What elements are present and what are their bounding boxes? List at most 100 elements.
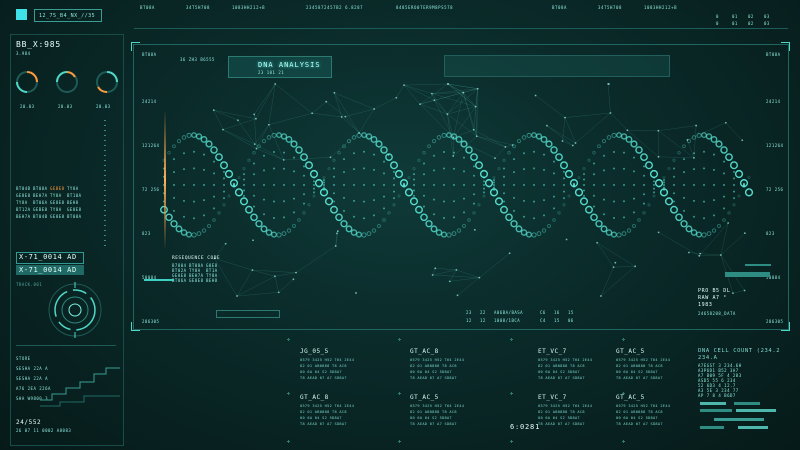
- radar-dial: [48, 282, 102, 338]
- left-panel-title: BB_X:985: [16, 40, 61, 49]
- sequence-title: RESEQUENCE CODE: [172, 256, 221, 261]
- code-cell: BEH7A: [33, 193, 48, 198]
- scan-line-marker: [164, 110, 166, 250]
- gauge-2: [56, 71, 78, 93]
- frame-corner-code-right: BT08A: [766, 52, 781, 57]
- grid-digit: 02: [748, 14, 754, 19]
- table-row: 0579 3425 H52 T64 2E44: [538, 358, 593, 362]
- table-title: GT_AC_8: [410, 348, 439, 355]
- header-code-7: 34T5H708: [598, 5, 623, 10]
- table-row: T8 AEAD 07 A7 SD8A7: [616, 376, 663, 380]
- table-row: 00 6A 04 S2 5D8A7: [538, 416, 580, 420]
- code-cell: BT10A: [67, 193, 82, 198]
- grid-marker: [510, 392, 513, 395]
- code-grid: BT04B BT08A GEBE8 TY8A GE8E8 BEH7A TY8A …: [16, 186, 86, 222]
- sequence-cell: BEH8: [206, 278, 218, 283]
- code-cell: GEBE8: [50, 186, 65, 191]
- cell-count-title: DNA CELL COUNT (234.2: [698, 348, 781, 354]
- readout-line-1: PRO B5 DL: [698, 288, 731, 294]
- readout-caption: 24658208_DATA: [698, 311, 736, 316]
- cell-count-sub: 234.A: [698, 355, 718, 361]
- left-label-2: X-71_0014 AD: [19, 266, 77, 274]
- level-bar: [700, 409, 732, 412]
- header-code-8: 1083HH212+B: [644, 5, 678, 10]
- code-cell: BT06A: [33, 200, 48, 205]
- code-cell: BT08A: [67, 214, 82, 219]
- table-title: GT_AC_8: [300, 394, 329, 401]
- foot-code: C4: [540, 318, 546, 323]
- data-table: ET_VC_7 0579 3425 H52 T64 2E44 82 01 AB0…: [538, 394, 608, 434]
- data-table: GT_AC_5 0579 3425 H52 T64 2E44 82 01 AB0…: [616, 394, 686, 434]
- table-row: 00 6A 04 S2 5D8A7: [410, 416, 452, 420]
- grid-marker: [398, 392, 401, 395]
- dna-heading: DNA ANALYSIS: [258, 61, 321, 69]
- table-row: 82 01 AB0888 T8 AC8: [616, 364, 663, 368]
- table-row: 0579 3425 H52 T64 2E44: [300, 358, 355, 362]
- table-row: 00 6A 04 S2 5D8A7: [300, 416, 342, 420]
- table-title: GT_AC_5: [616, 394, 645, 401]
- readout-line-3: 1983: [698, 302, 713, 308]
- gauge-value-2: 20.03: [58, 104, 73, 109]
- code-cell: GE8E8: [67, 207, 82, 212]
- header-code-6: BT08A: [552, 5, 568, 10]
- foot-code: A06BA/BASA: [494, 310, 524, 315]
- grid-digit: 0: [716, 21, 719, 26]
- code-cell: TY8A: [50, 193, 62, 198]
- header-code-4: 2345872457B2 6.8287: [306, 5, 364, 10]
- data-table: ET_VC_7 0579 3425 H52 T64 2E44 82 01 AB0…: [538, 348, 608, 388]
- left-label-1: X-71_0014 AD: [19, 253, 77, 261]
- table-row: T8 AEAD 07 A7 SD8A7: [538, 422, 585, 426]
- table-row: 0579 3425 H52 T64 2E44: [616, 404, 671, 408]
- grid-marker: [398, 440, 401, 443]
- code-cell: BT04B: [33, 214, 48, 219]
- grid-digit: 03: [764, 21, 770, 26]
- table-row: 00 6A 04 S2 5D8A7: [538, 370, 580, 374]
- frame-corner-code-left: BT08A: [142, 52, 157, 57]
- vertical-tick-bar: [104, 120, 106, 250]
- foot-code: 22: [480, 310, 486, 315]
- foot-code: 23: [466, 310, 472, 315]
- table-row: 0579 3425 H52 T64 2E44: [410, 404, 465, 408]
- grid-marker: [622, 440, 625, 443]
- dna-helix-visualization: [160, 83, 754, 297]
- table-row: 00 6A 04 S2 5D8A7: [410, 370, 452, 374]
- grid-marker: [510, 338, 513, 341]
- gauge-row: [16, 71, 118, 93]
- table-row: 82 01 AB0888 T8 AC8: [538, 410, 585, 414]
- left-row-1: STORE: [16, 356, 31, 361]
- level-bar: [700, 402, 726, 405]
- code-cell: BEH7A: [16, 214, 31, 219]
- code-cell: BT12A: [16, 207, 31, 212]
- foot-code: 16: [554, 310, 560, 315]
- helix-strands: [160, 132, 754, 238]
- foot-code: 15: [554, 318, 560, 323]
- foot-code: 12: [466, 318, 472, 323]
- step-graph: [40, 367, 120, 407]
- grid-marker: [510, 440, 513, 443]
- code-cell: TY8A: [67, 186, 79, 191]
- table-row: 0579 3425 H52 T64 2E44: [616, 358, 671, 362]
- table-row: 00 6A 04 S2 5D8A7: [300, 370, 342, 374]
- grid-digit: 01: [732, 14, 738, 19]
- radar-caption: TRACK.001: [16, 282, 43, 287]
- dna-heading-small: 36 ZH3 B6555: [180, 57, 215, 62]
- frame-corner: [781, 42, 790, 51]
- code-cell: BT08A: [33, 186, 48, 191]
- table-row: T8 AEAD 07 A7 SD8A7: [300, 376, 347, 380]
- left-counter: 24/552: [16, 419, 42, 426]
- table-row: 0579 3425 H52 T64 2E44: [410, 358, 465, 362]
- frame-corner: [131, 42, 140, 51]
- foot-code: 12: [480, 318, 486, 323]
- code-cell: TY8A: [50, 207, 62, 212]
- level-bar: [736, 409, 776, 412]
- table-row: 82 01 AB0888 T8 AC8: [410, 410, 457, 414]
- data-table: GT_AC_8 0579 3425 H52 T64 2E44 82 01 AB0…: [300, 394, 380, 434]
- table-title: ET_VC_7: [538, 348, 567, 355]
- dna-heading-sub: 23 101 21: [258, 70, 285, 75]
- sequence-grid: B7804 BT08A G8E8 BT02A TY8A BT1A GE8E8 B…: [172, 263, 232, 289]
- grid-digit: 03: [764, 14, 770, 19]
- left-panel-sub: 3.984: [16, 51, 31, 56]
- header-divider: [134, 28, 788, 29]
- code-cell: BEH8: [67, 200, 79, 205]
- id-code: 12_75_B4_NX_//35: [39, 13, 96, 19]
